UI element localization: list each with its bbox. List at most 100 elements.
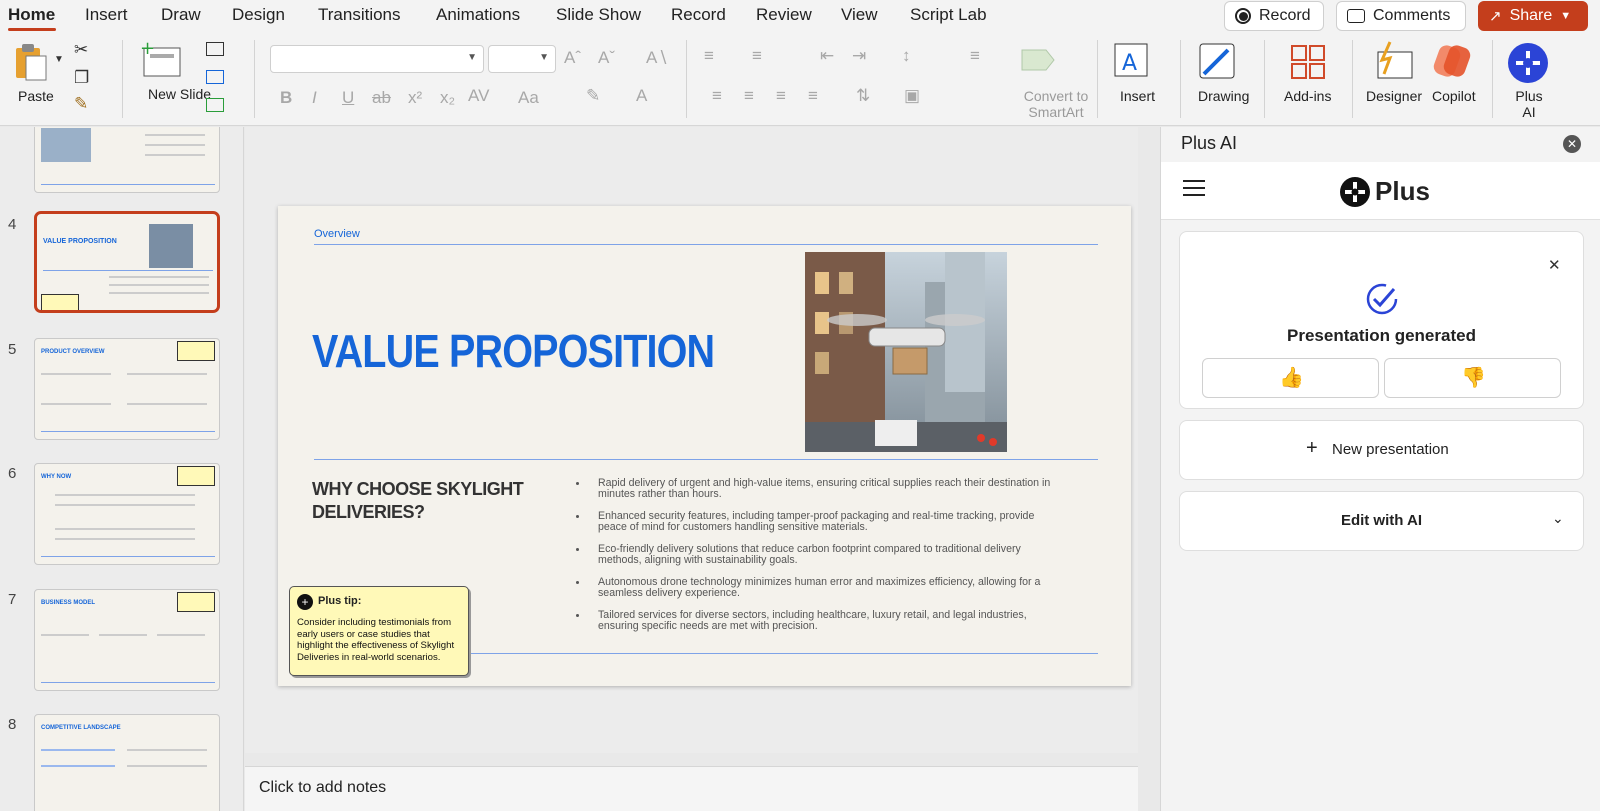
chevron-down-icon[interactable]: ▼ <box>54 54 64 65</box>
columns-icon[interactable]: ≡ <box>970 46 980 66</box>
numbering-icon[interactable]: ≡ <box>752 46 762 66</box>
font-size-select[interactable]: ▼ <box>488 45 556 73</box>
designer-icon[interactable] <box>1374 40 1416 80</box>
tab-script-lab[interactable]: Script Lab <box>910 5 987 25</box>
reset-icon[interactable] <box>206 70 224 84</box>
convert-smartart-label[interactable]: Convert to SmartArt <box>1014 88 1098 120</box>
copy-icon[interactable]: ❐ <box>74 68 89 88</box>
superscript-icon[interactable]: x² <box>408 88 422 108</box>
tab-animations[interactable]: Animations <box>436 5 520 25</box>
font-color-icon[interactable]: A <box>636 86 647 106</box>
slide-title[interactable]: VALUE PROPOSITION <box>312 324 715 378</box>
share-button[interactable]: ↗ Share ▼ <box>1478 1 1588 31</box>
menu-icon[interactable] <box>1183 180 1205 196</box>
notes-placeholder[interactable]: Click to add notes <box>259 779 386 797</box>
tab-draw[interactable]: Draw <box>161 5 201 25</box>
edit-with-ai-button[interactable]: Edit with AI ⌄ <box>1179 491 1584 551</box>
ribbon-tab-bar: Home Insert Draw Design Transitions Anim… <box>0 0 1600 32</box>
addins-label[interactable]: Add-ins <box>1284 88 1331 104</box>
align-center-icon[interactable]: ≡ <box>744 86 754 106</box>
italic-icon[interactable]: I <box>312 88 317 108</box>
thumbnail-text-line <box>99 634 147 636</box>
notes-pane[interactable]: Click to add notes <box>245 766 1138 811</box>
increase-font-icon[interactable]: Aˆ <box>564 48 581 68</box>
tab-slide-show[interactable]: Slide Show <box>556 5 641 25</box>
decrease-indent-icon[interactable]: ⇤ <box>820 46 834 66</box>
slide-thumbnail-3[interactable] <box>34 127 220 193</box>
paste-icon[interactable] <box>14 42 50 82</box>
thumbnail-image <box>149 224 193 268</box>
drone-photo[interactable] <box>805 252 1007 452</box>
thumbs-down-button[interactable]: 👎 <box>1384 358 1561 398</box>
tab-transitions[interactable]: Transitions <box>318 5 401 25</box>
plus-ai-icon[interactable] <box>1507 42 1549 84</box>
ribbon-separator <box>1492 40 1493 118</box>
align-left-icon[interactable]: ≡ <box>712 86 722 106</box>
copilot-icon[interactable] <box>1432 42 1472 80</box>
copilot-label[interactable]: Copilot <box>1432 88 1476 104</box>
comments-button[interactable]: Comments <box>1336 1 1466 31</box>
section-icon[interactable] <box>206 98 224 112</box>
plus-tip-note[interactable]: + Plus tip: Consider including testimoni… <box>289 586 469 676</box>
slide-subtitle[interactable]: WHY CHOOSE SKYLIGHT DELIVERIES? <box>312 478 532 524</box>
line-spacing-icon[interactable]: ↕ <box>902 46 911 66</box>
tab-insert[interactable]: Insert <box>85 5 128 25</box>
tab-record[interactable]: Record <box>671 5 726 25</box>
character-spacing-icon[interactable]: AV <box>468 86 489 106</box>
thumbs-up-button[interactable]: 👍 <box>1202 358 1379 398</box>
slide-number: 4 <box>8 216 17 233</box>
smartart-icon[interactable] <box>1020 46 1060 76</box>
tab-review[interactable]: Review <box>756 5 812 25</box>
bold-icon[interactable]: B <box>280 88 292 108</box>
justify-icon[interactable]: ≡ <box>808 86 818 106</box>
clear-format-icon[interactable]: A∖ <box>646 48 668 68</box>
slide-4[interactable]: Overview VALUE PROPOSITION WHY CHOOSE SK… <box>278 206 1131 686</box>
tab-design[interactable]: Design <box>232 5 285 25</box>
format-painter-icon[interactable]: ✎ <box>74 94 88 114</box>
thumbnail-text-line <box>127 765 207 767</box>
close-icon[interactable]: ✕ <box>1563 135 1581 153</box>
highlight-icon[interactable]: ✎ <box>586 86 600 106</box>
plus-ai-panel: Plus AI ✕ Plus ✕ Presentation generated … <box>1160 127 1600 811</box>
subscript-icon[interactable]: x₂ <box>440 88 455 108</box>
strikethrough-icon[interactable]: ab <box>372 88 391 108</box>
drawing-label[interactable]: Drawing <box>1198 88 1249 104</box>
thumbnail-tip-note <box>41 294 79 310</box>
layout-icon[interactable] <box>206 42 224 56</box>
slide-thumbnail-pane[interactable]: 4 VALUE PROPOSITION 5 PRODUCT OVERVIEW 6… <box>0 127 244 811</box>
align-text-icon[interactable]: ▣ <box>904 86 920 106</box>
designer-label[interactable]: Designer <box>1366 88 1422 104</box>
slide-thumbnail-6[interactable]: WHY NOW <box>34 463 220 565</box>
text-box-icon[interactable]: A <box>1114 40 1150 80</box>
slide-thumbnail-8[interactable]: COMPETITIVE LANDSCAPE <box>34 714 220 811</box>
close-icon[interactable]: ✕ <box>1548 256 1561 274</box>
new-slide-label[interactable]: New Slide <box>148 86 211 102</box>
drawing-icon[interactable] <box>1198 40 1238 80</box>
slide-thumbnail-7[interactable]: BUSINESS MODEL <box>34 589 220 691</box>
tab-home[interactable]: Home <box>8 5 55 25</box>
record-button[interactable]: Record <box>1224 1 1324 31</box>
text-direction-icon[interactable]: ⇅ <box>856 86 870 106</box>
plus-tip-title: Plus tip: <box>318 595 362 607</box>
cut-icon[interactable]: ✂ <box>74 40 88 60</box>
insert-label[interactable]: Insert <box>1120 88 1155 104</box>
new-presentation-button[interactable]: + New presentation <box>1179 420 1584 480</box>
plus-icon: + <box>1306 437 1318 459</box>
font-family-select[interactable]: ▼ <box>270 45 484 73</box>
paste-label[interactable]: Paste <box>18 88 54 104</box>
change-case-icon[interactable]: Aa <box>518 88 539 108</box>
align-right-icon[interactable]: ≡ <box>776 86 786 106</box>
tab-view[interactable]: View <box>841 5 878 25</box>
underline-icon[interactable]: U <box>342 88 354 108</box>
increase-indent-icon[interactable]: ⇥ <box>852 46 866 66</box>
decrease-font-icon[interactable]: Aˇ <box>598 48 615 68</box>
slide-thumbnail-4[interactable]: VALUE PROPOSITION <box>34 211 220 313</box>
new-slide-icon[interactable]: + <box>140 40 184 80</box>
slide-thumbnail-5[interactable]: PRODUCT OVERVIEW <box>34 338 220 440</box>
plus-ai-label[interactable]: Plus AI <box>1510 88 1548 120</box>
addins-icon[interactable] <box>1290 44 1326 80</box>
bullets-icon[interactable]: ≡ <box>704 46 714 66</box>
ribbon: ▼ Paste ✂ ❐ ✎ + New Slide ▼ ▼ Aˆ Aˇ A∖ B… <box>0 32 1600 126</box>
slide-section-label[interactable]: Overview <box>314 228 360 240</box>
benefits-list[interactable]: Rapid delivery of urgent and high-value … <box>574 478 1064 643</box>
